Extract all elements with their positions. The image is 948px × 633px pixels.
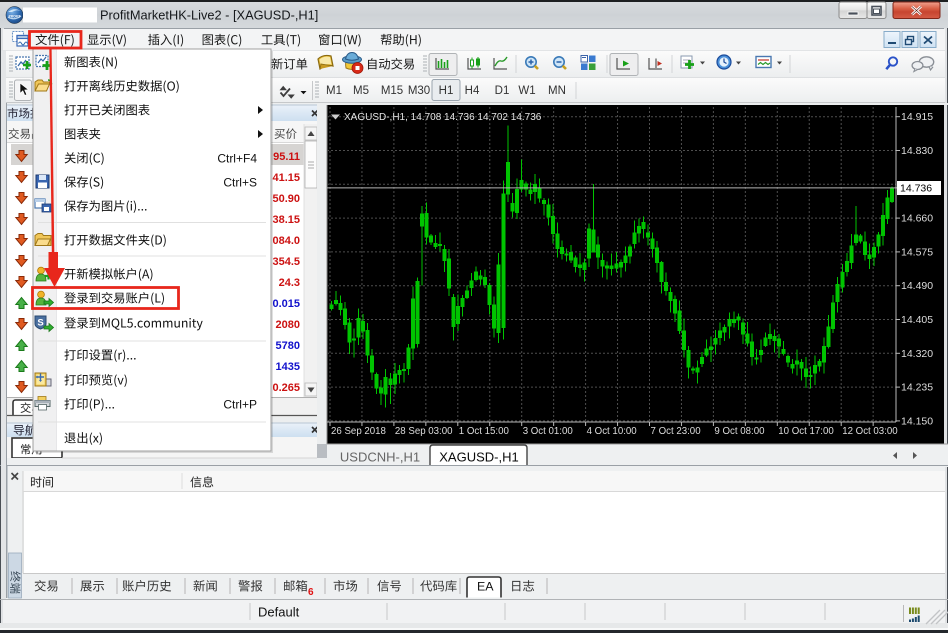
svg-text:M30: M30 xyxy=(408,85,430,97)
svg-text:14.405: 14.405 xyxy=(901,314,933,326)
svg-text:38.15: 38.15 xyxy=(272,214,300,226)
svg-text:10 Oct 17:00: 10 Oct 17:00 xyxy=(778,426,834,437)
svg-text:28 Sep 03:00: 28 Sep 03:00 xyxy=(395,426,453,437)
svg-text:MN: MN xyxy=(548,85,566,97)
svg-text:S: S xyxy=(37,318,43,329)
svg-text:14.915: 14.915 xyxy=(901,111,933,123)
svg-text:12 Oct 03:00: 12 Oct 03:00 xyxy=(842,426,898,437)
svg-text:W1: W1 xyxy=(518,85,535,97)
svg-text:XAGUSD-,H1, 14.708 14.736 14.7: XAGUSD-,H1, 14.708 14.736 14.702 14.736 xyxy=(344,112,542,123)
svg-text:1435: 1435 xyxy=(276,361,300,373)
svg-text:354.5: 354.5 xyxy=(272,256,300,268)
svg-text:PROFIT: PROFIT xyxy=(9,15,21,19)
svg-text:26 Sep 2018: 26 Sep 2018 xyxy=(331,426,386,437)
svg-text:50.90: 50.90 xyxy=(272,193,300,205)
svg-text:M1: M1 xyxy=(326,85,342,97)
svg-text:Ctrl+S: Ctrl+S xyxy=(223,176,257,190)
svg-text:24.3: 24.3 xyxy=(279,277,300,289)
svg-text:3 Oct 01:00: 3 Oct 01:00 xyxy=(523,426,574,437)
svg-text:USDCNH-,H1: USDCNH-,H1 xyxy=(340,450,420,465)
svg-text:084.0: 084.0 xyxy=(272,235,300,247)
svg-text:14.736: 14.736 xyxy=(900,183,932,195)
svg-text:6: 6 xyxy=(308,587,314,598)
svg-text:0.265: 0.265 xyxy=(272,382,300,394)
svg-text:XAGUSD-,H1: XAGUSD-,H1 xyxy=(439,450,518,465)
svg-text:9 Oct 08:00: 9 Oct 08:00 xyxy=(714,426,765,437)
svg-text:EA: EA xyxy=(477,580,494,594)
svg-text:41.15: 41.15 xyxy=(272,172,300,184)
svg-text:14.150: 14.150 xyxy=(901,415,933,427)
svg-text:1 Oct 15:00: 1 Oct 15:00 xyxy=(459,426,510,437)
svg-text:5780: 5780 xyxy=(276,340,300,352)
svg-text:4 Oct 10:00: 4 Oct 10:00 xyxy=(587,426,638,437)
svg-text:14.490: 14.490 xyxy=(901,280,933,292)
svg-text:D1: D1 xyxy=(495,85,510,97)
svg-text:14.660: 14.660 xyxy=(901,213,933,225)
svg-text:95.11: 95.11 xyxy=(273,151,300,163)
svg-text:14.575: 14.575 xyxy=(901,246,933,258)
svg-text:Ctrl+P: Ctrl+P xyxy=(223,398,257,412)
svg-text:0.015: 0.015 xyxy=(272,298,300,310)
svg-text:Default: Default xyxy=(258,605,300,620)
svg-text:H1: H1 xyxy=(439,85,454,97)
svg-text:2080: 2080 xyxy=(276,319,300,331)
svg-text:Ctrl+F4: Ctrl+F4 xyxy=(217,152,257,166)
svg-text:14.830: 14.830 xyxy=(901,145,933,157)
svg-text:H4: H4 xyxy=(465,85,480,97)
svg-text:14.235: 14.235 xyxy=(901,382,933,394)
svg-text:14.320: 14.320 xyxy=(901,348,933,360)
svg-text:M5: M5 xyxy=(353,85,369,97)
svg-text:M15: M15 xyxy=(381,85,403,97)
svg-text:7 Oct 23:00: 7 Oct 23:00 xyxy=(651,426,702,437)
svg-text:ProfitMarketHK-Live2 - [XAGUSD: ProfitMarketHK-Live2 - [XAGUSD-,H1] xyxy=(100,8,318,23)
